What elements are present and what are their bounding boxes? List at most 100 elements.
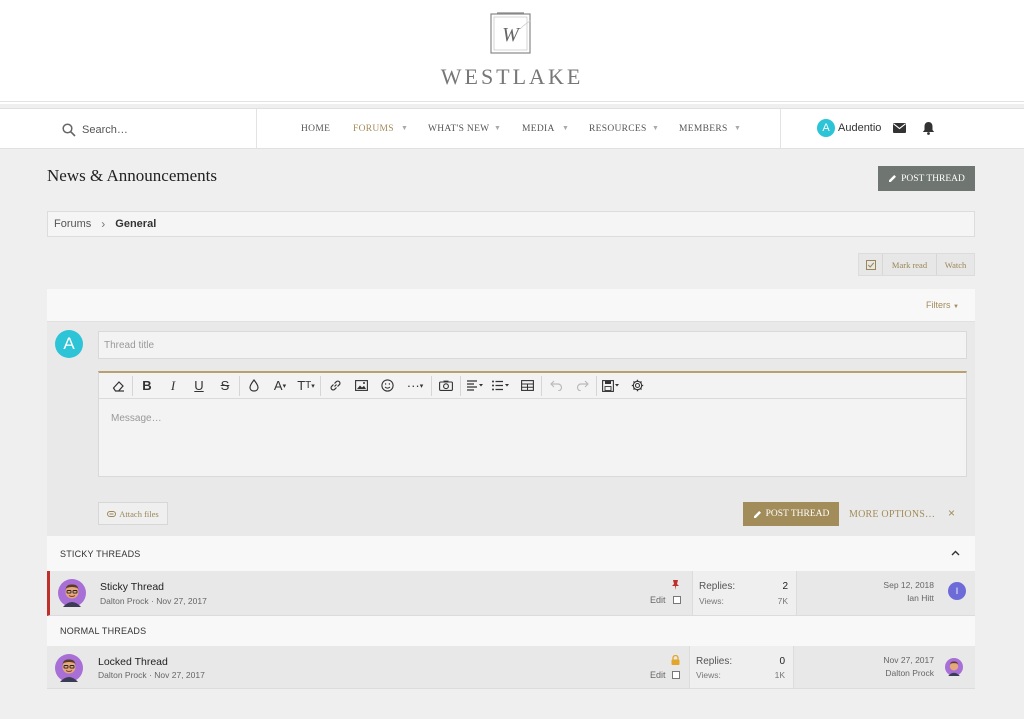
post-thread-button[interactable]: POST THREAD [878,166,975,191]
eraser-icon[interactable] [105,374,131,398]
nav-item-whats-new[interactable]: WHAT'S NEW [428,124,489,134]
bell-icon[interactable] [922,121,935,135]
strikethrough-icon[interactable]: S [212,374,238,398]
lock-icon [671,655,680,665]
nav-item-home[interactable]: HOME [301,124,330,134]
message-editor[interactable]: B I U S A ▾ T T ▾ ··· ▾ Message… [98,371,967,477]
chevron-up-icon[interactable] [951,550,960,556]
italic-icon[interactable]: I [160,374,186,398]
gear-icon[interactable] [624,374,650,398]
views-label: Views: [699,596,724,606]
thread-stats: Replies: 0 Views: 1K [689,646,794,688]
toolbar-divider [541,375,542,396]
pencil-icon [753,510,761,518]
save-draft-icon[interactable] [598,374,624,398]
attach-files-label: Attach files [119,508,159,519]
avatar: A [55,330,83,358]
thread-select-checkbox[interactable] [672,671,680,679]
edit-link[interactable]: Edit [650,595,666,605]
align-left-icon[interactable] [462,374,488,398]
chevron-down-icon[interactable]: ▼ [494,125,501,132]
font-family-icon[interactable]: A ▾ [267,374,293,398]
thread-author[interactable]: Dalton Prock [98,670,147,680]
last-post-user[interactable]: Dalton Prock [885,668,934,678]
search-icon [62,123,76,137]
svg-text:W: W [502,24,521,46]
font-size-icon[interactable]: T T ▾ [293,374,319,398]
thread-title-input[interactable] [98,331,967,359]
avatar[interactable] [945,658,963,676]
image-icon[interactable] [348,374,374,398]
last-post-user[interactable]: Ian Hitt [907,593,934,603]
replies-count: 2 [782,581,788,592]
thread-title[interactable]: Locked Thread [98,656,168,668]
replies-count: 0 [779,656,785,667]
sticky-threads-header[interactable]: STICKY THREADS [47,536,975,571]
post-thread-submit-button[interactable]: POST THREAD [743,502,839,526]
thread-title[interactable]: Sticky Thread [100,581,164,593]
thread-select-checkbox[interactable] [673,596,681,604]
message-input[interactable]: Message… [111,413,162,424]
brand-name: WESTLAKE [440,64,584,89]
underline-icon[interactable]: U [186,374,212,398]
more-icon[interactable]: ··· ▾ [400,374,430,398]
thumbtack-icon [672,580,679,590]
toolbar-divider [460,375,461,396]
select-threads-button[interactable] [859,254,883,275]
chevron-down-icon[interactable]: ▼ [652,125,659,132]
thread-author[interactable]: Dalton Prock [100,596,149,606]
avatar[interactable] [55,654,83,682]
breadcrumb: Forums › General [47,211,975,237]
search-box[interactable]: Search… [62,121,128,139]
avatar[interactable]: A [817,119,835,137]
toolbar-divider [431,375,432,396]
bold-icon[interactable]: B [134,374,160,398]
filters-dropdown[interactable]: Filters ▼ [926,300,959,310]
search-input[interactable]: Search… [82,124,128,136]
more-options-button[interactable]: MORE OPTIONS… [849,509,935,520]
edit-link[interactable]: Edit [650,670,666,680]
last-post-date[interactable]: Sep 12, 2018 [883,580,934,590]
chevron-down-icon[interactable]: ▼ [734,125,741,132]
thread-row-locked[interactable]: Locked Thread Dalton Prock · Nov 27, 201… [47,646,975,689]
list-icon[interactable] [488,374,514,398]
mark-read-button[interactable]: Mark read [883,254,937,275]
nav-item-media[interactable]: MEDIA [522,124,555,134]
toolbar-divider [320,375,321,396]
toolbar-divider [132,375,133,396]
watch-button[interactable]: Watch [937,254,974,275]
table-icon[interactable] [514,374,540,398]
close-icon[interactable]: × [948,506,955,520]
nav-item-forums[interactable]: FORUMS [353,124,394,134]
normal-threads-header: NORMAL THREADS [47,616,975,646]
thread-meta: Dalton Prock · Nov 27, 2017 [100,596,207,606]
avatar[interactable] [58,579,86,607]
redo-icon[interactable] [569,374,595,398]
page-title: News & Announcements [47,166,217,185]
envelope-icon[interactable] [893,123,906,133]
chevron-down-icon[interactable]: ▼ [401,125,408,132]
breadcrumb-current[interactable]: General [115,218,156,230]
checkbox-icon [865,259,876,270]
breadcrumb-forums[interactable]: Forums [54,218,91,230]
undo-icon[interactable] [543,374,569,398]
camera-icon[interactable] [433,374,459,398]
link-icon[interactable] [322,374,348,398]
logo-icon[interactable]: W [490,11,531,54]
user-name[interactable]: Audentio [838,122,881,134]
attach-files-button[interactable]: Attach files [98,502,168,525]
section-title: STICKY THREADS [60,549,141,559]
thread-row-sticky[interactable]: Sticky Thread Dalton Prock · Nov 27, 201… [47,571,975,616]
thread-date[interactable]: Nov 27, 2017 [154,670,205,680]
replies-label: Replies: [696,656,733,667]
nav-item-resources[interactable]: RESOURCES [589,124,647,134]
avatar[interactable]: I [948,582,966,600]
color-drop-icon[interactable] [241,374,267,398]
thread-date[interactable]: Nov 27, 2017 [156,596,207,606]
nav-item-members[interactable]: MEMBERS [679,124,728,134]
chevron-down-icon[interactable]: ▼ [562,125,569,132]
header-divider [0,101,1024,102]
emoji-icon[interactable] [374,374,400,398]
nav-divider [780,109,781,149]
last-post-date[interactable]: Nov 27, 2017 [883,655,934,665]
